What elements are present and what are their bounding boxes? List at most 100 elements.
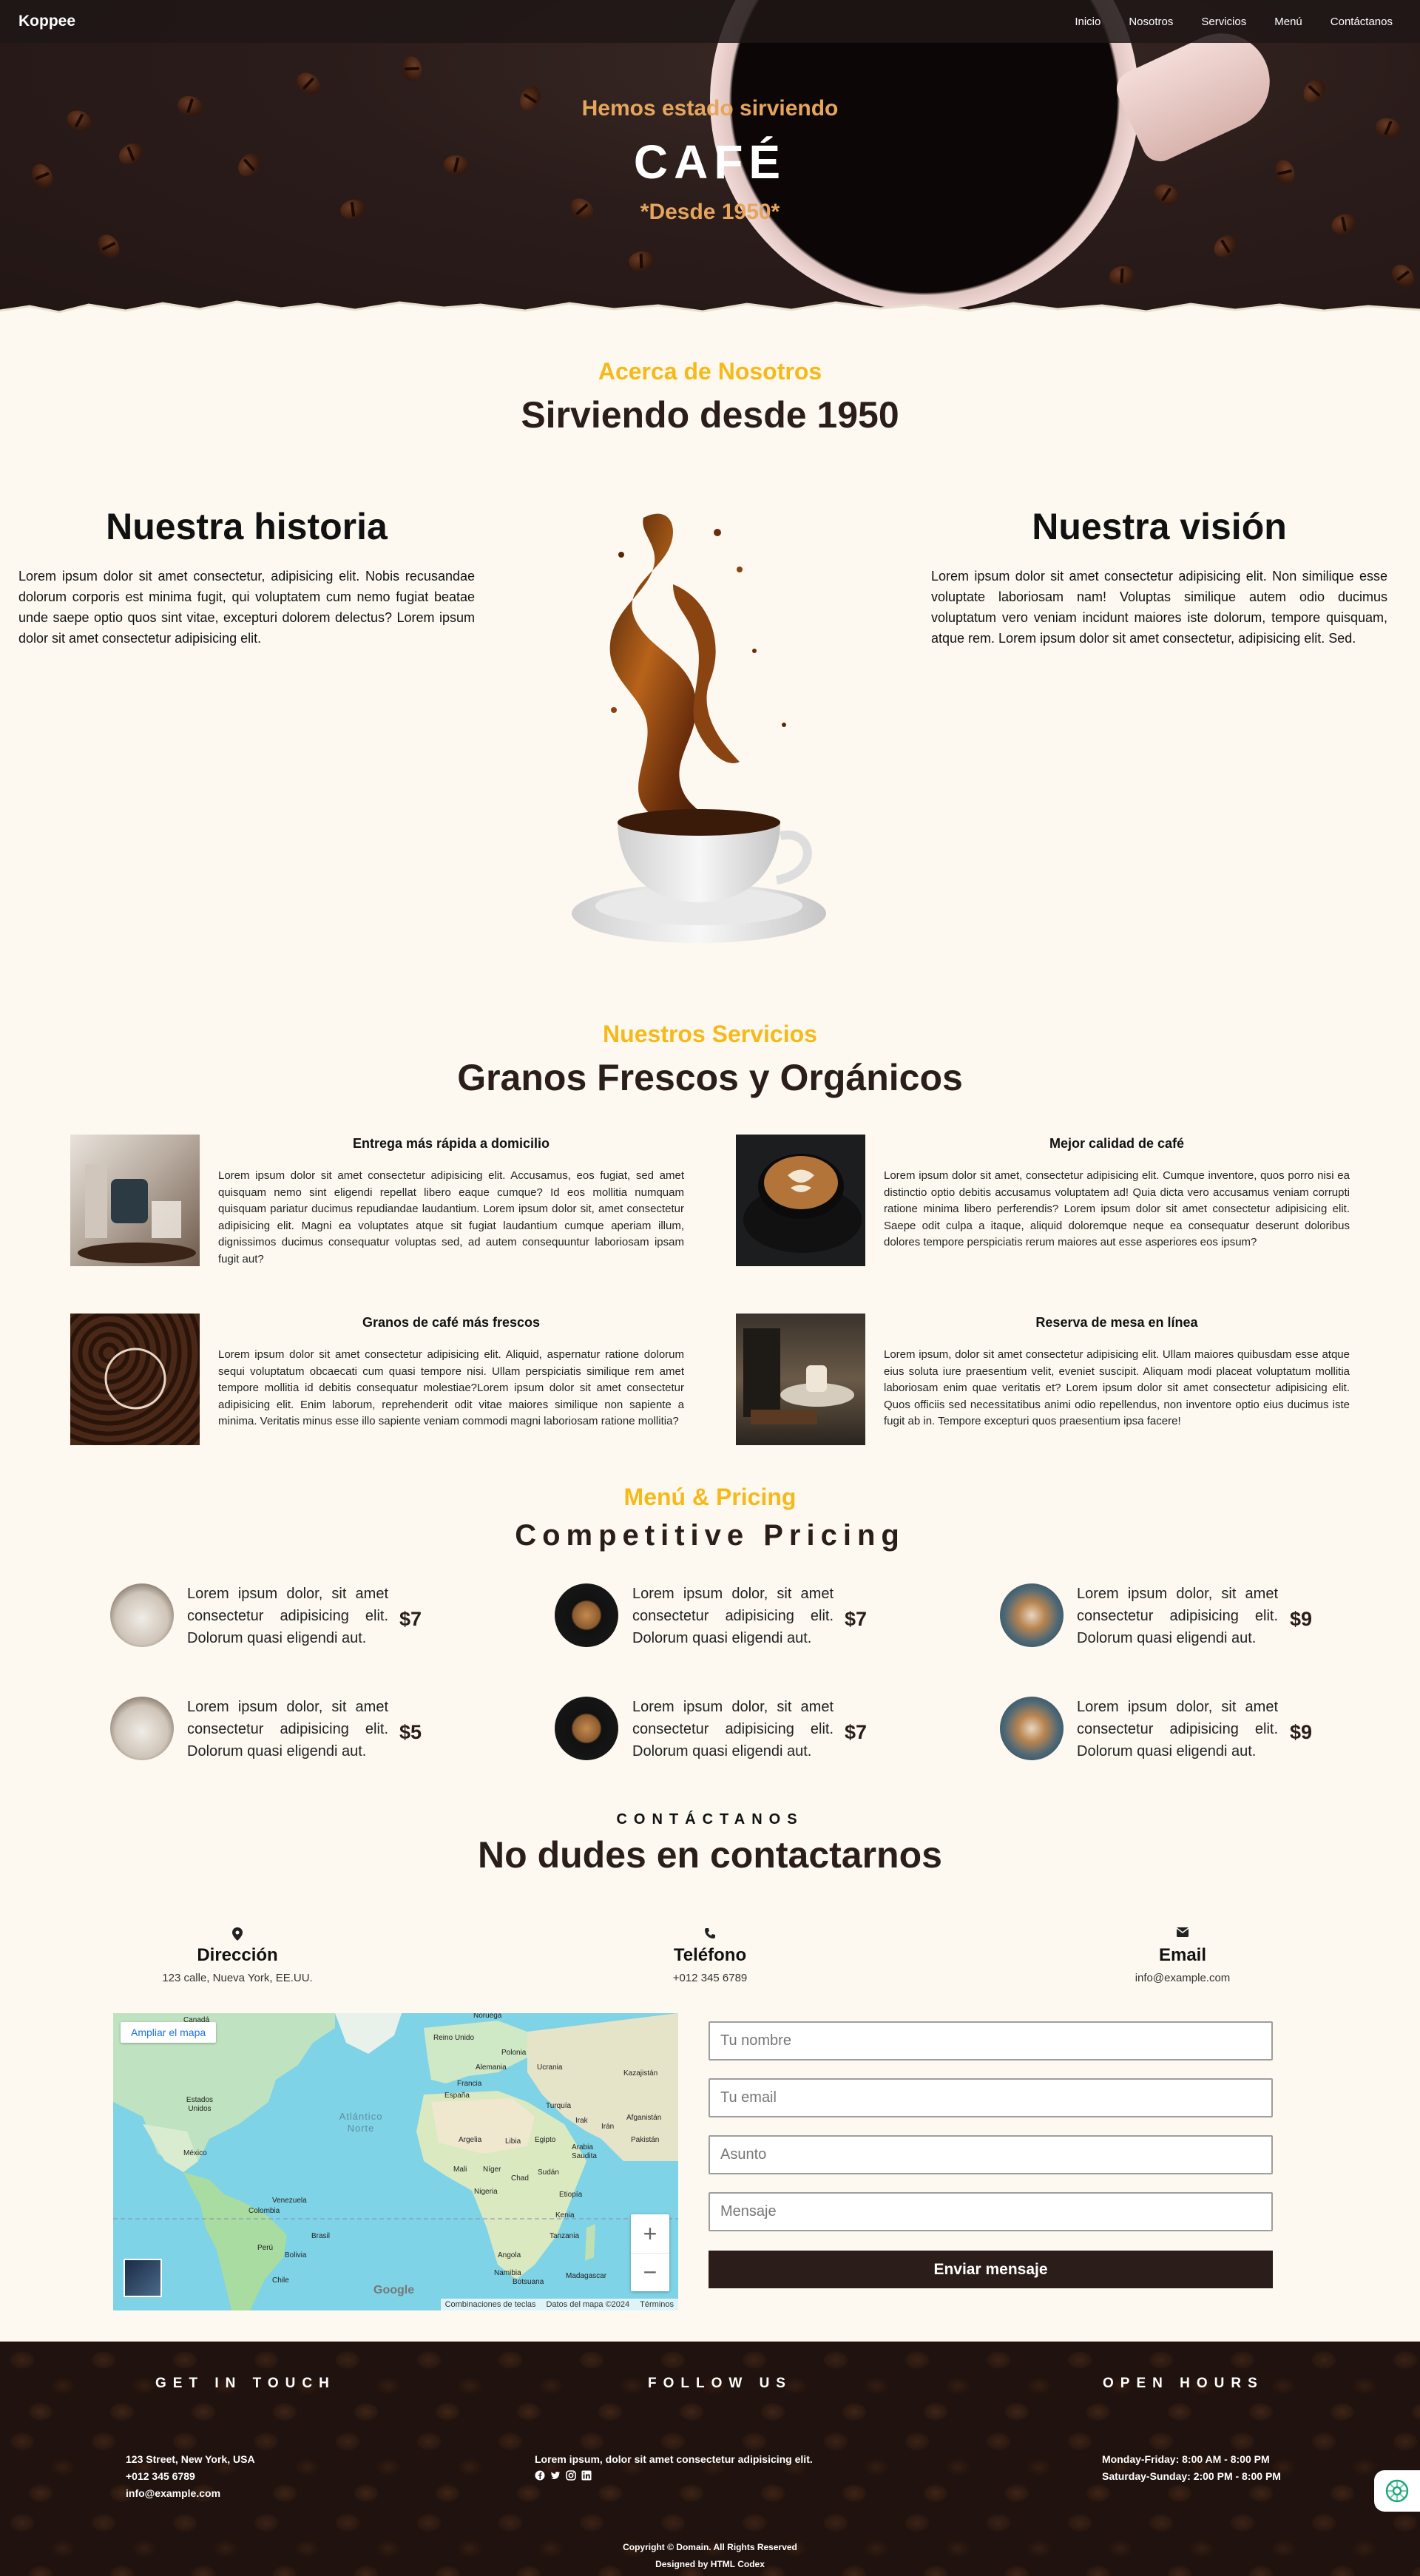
map-label: Kazajistán — [623, 2069, 658, 2078]
menu-item-text: Lorem ipsum dolor, sit amet consectetur … — [187, 1586, 388, 1646]
hero-since: *Desde 1950* — [640, 200, 780, 224]
service-text: Lorem ipsum, dolor sit amet consectetur … — [884, 1348, 1350, 1427]
map-label: Perú — [257, 2244, 274, 2252]
map-label: México — [183, 2149, 207, 2157]
menu-item-image — [1000, 1697, 1064, 1760]
menu-item-image — [555, 1583, 618, 1647]
map-label: Chad — [511, 2174, 529, 2183]
menu-item-image — [110, 1697, 174, 1760]
map-label: Colombia — [248, 2207, 280, 2215]
hero-title: CAFÉ — [633, 135, 787, 189]
email-text: info@example.com — [1135, 1972, 1231, 1984]
map-label: Turquía — [546, 2102, 572, 2110]
zoom-in-button[interactable]: + — [631, 2214, 669, 2253]
services-kicker: Nuestros Servicios — [603, 1021, 817, 1047]
email-input[interactable] — [709, 2078, 1273, 2117]
zoom-out-button[interactable]: − — [631, 2253, 669, 2291]
map-data-text: Datos del mapa ©2024 — [546, 2300, 630, 2309]
footer-get-in-touch-heading: GET IN TOUCH — [155, 2376, 336, 2391]
table-reservation-image — [736, 1314, 865, 1445]
map-label: Namibia — [494, 2269, 521, 2277]
history-title: Nuestra historia — [106, 506, 388, 547]
zoom-controls: + − — [631, 2214, 669, 2291]
google-map[interactable]: Ampliar el mapa Atlántico Norte Noruega … — [113, 2013, 678, 2310]
coffee-splash-image — [572, 513, 826, 943]
message-input[interactable] — [709, 2192, 1273, 2231]
nav-links: Inicio Nosotros Servicios Menú Contáctan… — [1061, 16, 1402, 28]
nav-link-servicios[interactable]: Servicios — [1187, 16, 1260, 28]
footer-hours-weekend: Saturday-Sunday: 2:00 PM - 8:00 PM — [1102, 2470, 1281, 2482]
menu-heading: Competitive Pricing — [515, 1519, 905, 1552]
map-label: Egipto — [535, 2136, 556, 2144]
footer-hours-weekday: Monday-Friday: 8:00 AM - 8:00 PM — [1102, 2453, 1270, 2465]
map-label: Irak — [575, 2117, 588, 2125]
map-label: Venezuela — [272, 2197, 307, 2205]
footer-email[interactable]: info@example.com — [126, 2485, 255, 2502]
brand-logo[interactable]: Koppee — [18, 13, 75, 30]
terms-link[interactable]: Términos — [640, 2300, 674, 2309]
map-label: Mali — [453, 2166, 467, 2174]
map-attribution: Combinaciones de teclas Datos del mapa ©… — [440, 2299, 678, 2310]
service-text: Lorem ipsum dolor sit amet consectetur a… — [218, 1348, 684, 1427]
menu-item-text: Lorem ipsum dolor, sit amet consectetur … — [1077, 1699, 1278, 1759]
linkedin-icon[interactable] — [581, 2470, 592, 2481]
map-label: Estados Unidos — [186, 2096, 214, 2113]
hero-subtitle: Hemos estado sirviendo — [581, 96, 839, 121]
expand-map-link[interactable]: Ampliar el mapa — [121, 2022, 217, 2043]
menu-item-text: Lorem ipsum dolor, sit amet consectetur … — [632, 1586, 834, 1646]
service-title: Mejor calidad de café — [1049, 1136, 1185, 1151]
map-label: Afganistán — [626, 2114, 662, 2122]
send-message-button[interactable]: Enviar mensaje — [709, 2251, 1273, 2288]
designed-by-text[interactable]: Designed by HTML Codex — [0, 2556, 1420, 2573]
envelope-icon — [1175, 1927, 1190, 1942]
map-label: Bolivia — [285, 2251, 307, 2259]
map-label: Alemania — [476, 2063, 507, 2072]
subject-input[interactable] — [709, 2135, 1273, 2174]
menu-item-price: $7 — [845, 1608, 868, 1630]
nav-link-inicio[interactable]: Inicio — [1061, 16, 1115, 28]
footer-follow-us-heading: FOLLOW US — [648, 2376, 792, 2391]
keyboard-shortcuts-link[interactable]: Combinaciones de teclas — [445, 2300, 536, 2309]
name-input[interactable] — [709, 2021, 1273, 2061]
hero-banner: Hemos estado sirviendo CAFÉ *Desde 1950* — [0, 0, 1420, 318]
map-label: Madagascar — [566, 2272, 607, 2280]
fresh-beans-image — [70, 1314, 200, 1445]
about-heading: Sirviendo desde 1950 — [521, 394, 899, 436]
top-navbar: Koppee Inicio Nosotros Servicios Menú Co… — [0, 0, 1420, 43]
footer-follow-text: Lorem ipsum, dolor sit amet consectetur … — [535, 2453, 813, 2465]
nav-link-menu[interactable]: Menú — [1260, 16, 1316, 28]
map-label: Nigeria — [474, 2188, 498, 2196]
chat-widget-button[interactable] — [1374, 2470, 1420, 2512]
nav-link-nosotros[interactable]: Nosotros — [1115, 16, 1187, 28]
map-label: Arabia Saudita — [572, 2143, 597, 2160]
vision-title: Nuestra visión — [1032, 506, 1287, 547]
map-label: Kenia — [555, 2211, 575, 2220]
footer-address: 123 Street, New York, USA — [126, 2453, 255, 2465]
footer-follow-block: Lorem ipsum, dolor sit amet consectetur … — [535, 2451, 813, 2486]
map-label: Pakistán — [631, 2136, 660, 2144]
footer-phone: +012 345 6789 — [126, 2470, 195, 2482]
phone-text: +012 345 6789 — [672, 1972, 748, 1984]
delivery-service-image — [70, 1135, 200, 1266]
map-label: Brasil — [311, 2232, 331, 2240]
service-text: Lorem ipsum dolor sit amet consectetur a… — [218, 1169, 684, 1265]
address-title: Dirección — [197, 1945, 278, 1965]
facebook-icon[interactable] — [535, 2470, 545, 2481]
instagram-icon[interactable] — [565, 2470, 576, 2481]
world-map-graphic — [113, 2013, 678, 2310]
vision-text: Lorem ipsum dolor sit amet consectetur a… — [931, 569, 1387, 646]
contact-heading: No dudes en contactarnos — [478, 1834, 942, 1876]
map-label: Chile — [272, 2276, 289, 2285]
map-label: Francia — [457, 2080, 482, 2088]
nav-link-contactanos[interactable]: Contáctanos — [1316, 16, 1402, 28]
twitter-icon[interactable] — [550, 2470, 561, 2481]
map-label: Polonia — [501, 2049, 527, 2057]
menu-item-price: $7 — [845, 1721, 868, 1743]
google-logo: Google — [373, 2284, 415, 2296]
map-label: Reino Unido — [433, 2034, 475, 2042]
footer-copyright: Copyright © Domain. All Rights Reserved … — [0, 2539, 1420, 2573]
satellite-view-toggle[interactable] — [124, 2259, 162, 2297]
menu-item-text: Lorem ipsum dolor, sit amet consectetur … — [632, 1699, 834, 1759]
copyright-text: Copyright © Domain. All Rights Reserved — [623, 2542, 797, 2552]
map-label: Argelia — [459, 2136, 482, 2144]
